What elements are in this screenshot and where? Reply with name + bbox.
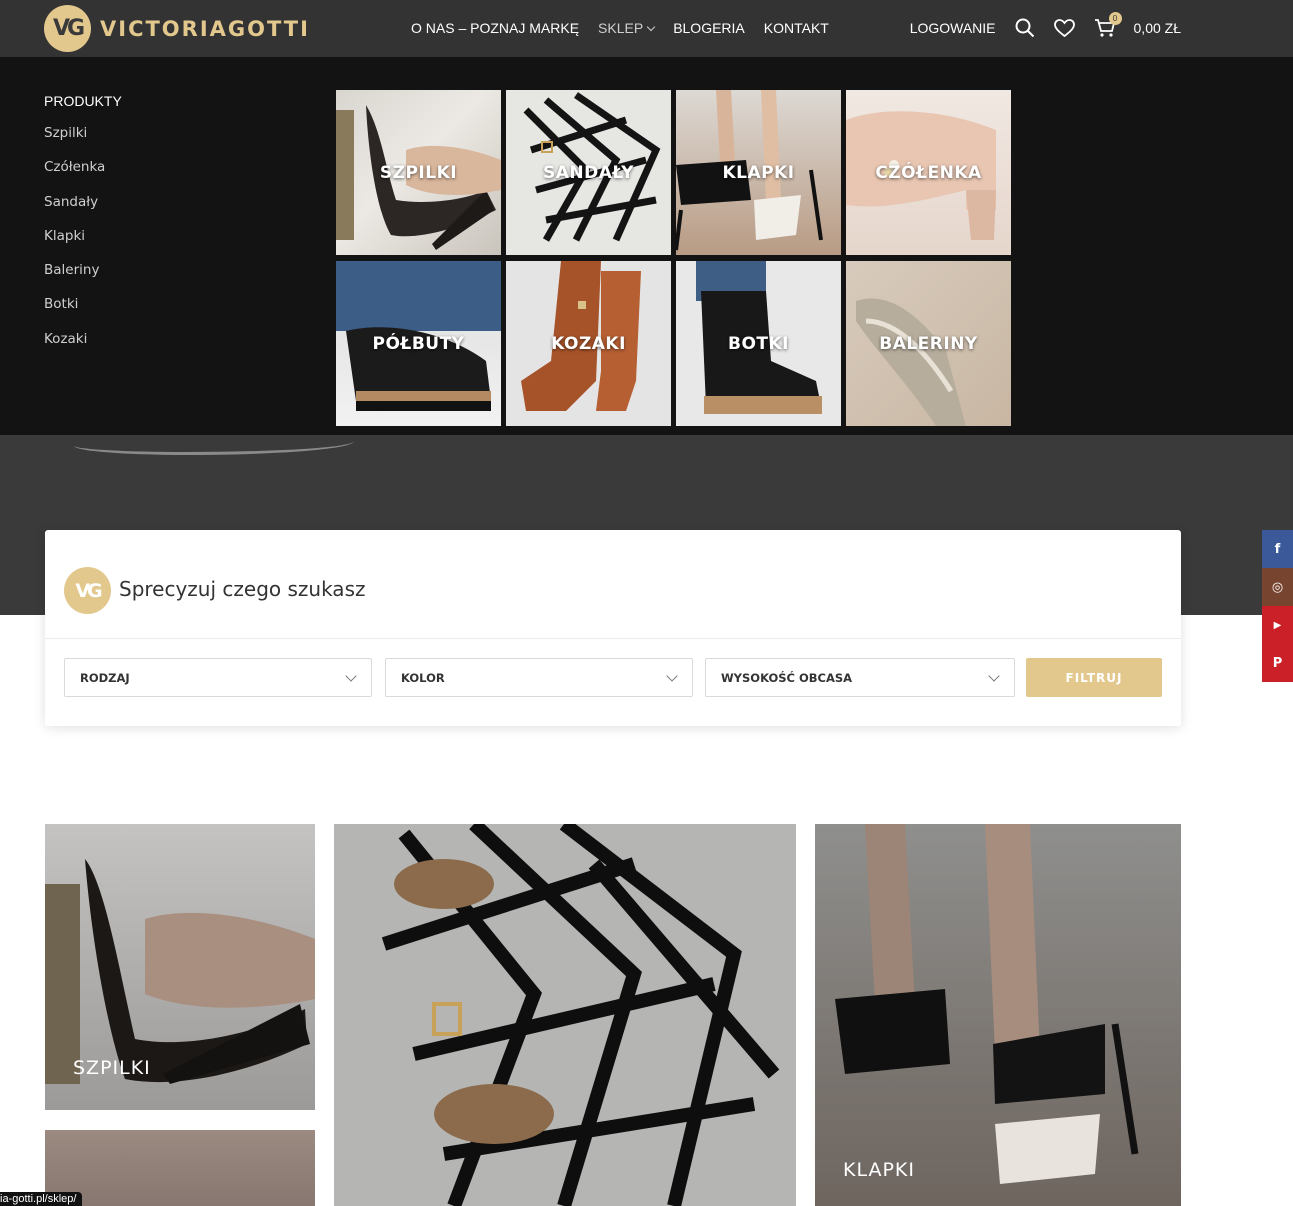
mega-tile-label: CZÓŁENKA bbox=[875, 162, 982, 183]
shoe-image bbox=[381, 824, 780, 1206]
category-label: SZPILKI bbox=[73, 1057, 151, 1079]
main-nav: O NAS – POZNAJ MARKĘ SKLEP BLOGERIA KONT… bbox=[411, 20, 829, 36]
mega-tile-polbuty[interactable]: PÓŁBUTY bbox=[336, 261, 501, 426]
mega-menu: PRODUKTY Szpilki Czółenka Sandały Klapki… bbox=[0, 57, 1293, 435]
nav-item-about[interactable]: O NAS – POZNAJ MARKĘ bbox=[411, 20, 579, 36]
select-type-label: RODZAJ bbox=[80, 670, 130, 685]
nav-item-contact[interactable]: KONTAKT bbox=[764, 20, 829, 36]
chevron-down-icon bbox=[988, 670, 1000, 682]
mega-menu-item-baleriny[interactable]: Baleriny bbox=[44, 261, 105, 295]
mega-tile-label: BOTKI bbox=[727, 333, 789, 354]
search-icon[interactable] bbox=[1014, 17, 1036, 39]
select-type[interactable]: RODZAJ bbox=[64, 658, 372, 697]
mega-menu-item-sandaly[interactable]: Sandały bbox=[44, 193, 105, 227]
mega-tile-label: SZPILKI bbox=[379, 162, 458, 183]
mega-menu-item-klapki[interactable]: Klapki bbox=[44, 227, 105, 261]
site-logo[interactable]: VG VICTORIAGOTTI bbox=[44, 5, 310, 52]
filter-title: Sprecyzuj czego szukasz bbox=[119, 577, 366, 601]
cart-total[interactable]: 0,00 ZŁ bbox=[1134, 20, 1181, 36]
logo-mark: VG bbox=[44, 5, 91, 52]
category-card-klapki[interactable]: KLAPKI bbox=[815, 824, 1181, 1206]
filter-logo-mark: VG bbox=[64, 567, 111, 614]
mega-tile-label: PÓŁBUTY bbox=[372, 333, 465, 354]
login-link[interactable]: LOGOWANIE bbox=[910, 20, 996, 36]
mega-menu-item-botki[interactable]: Botki bbox=[44, 295, 105, 329]
chevron-down-icon bbox=[646, 22, 656, 32]
shoe-image bbox=[835, 824, 1139, 1184]
header-actions: LOGOWANIE 0 0,00 ZŁ bbox=[910, 12, 1181, 39]
mega-tile-baleriny[interactable]: BALERINY bbox=[846, 261, 1011, 426]
mega-tile-czolenka[interactable]: CZÓŁENKA bbox=[846, 90, 1011, 255]
status-bar-url: ia-gotti.pl/sklep/ bbox=[0, 1192, 83, 1206]
mega-menu-item-czolenka[interactable]: Czółenka bbox=[44, 158, 105, 192]
select-color-label: KOLOR bbox=[401, 670, 445, 685]
select-heel-height-label: WYSOKOŚĆ OBCASA bbox=[721, 670, 853, 685]
instagram-icon[interactable]: ◎ bbox=[1262, 568, 1293, 606]
mega-tile-label: BALERINY bbox=[879, 333, 978, 354]
facebook-icon[interactable]: f bbox=[1262, 530, 1293, 568]
category-card-szpilki[interactable]: SZPILKI bbox=[45, 824, 315, 1110]
chevron-down-icon bbox=[666, 670, 678, 682]
cart-count-badge: 0 bbox=[1108, 12, 1122, 25]
mega-tile-sandaly[interactable]: SANDAŁY bbox=[506, 90, 671, 255]
filter-divider bbox=[45, 638, 1181, 639]
mega-menu-item-kozaki[interactable]: Kozaki bbox=[44, 330, 105, 364]
chevron-down-icon bbox=[345, 670, 357, 682]
nav-item-shop[interactable]: SKLEP bbox=[598, 20, 656, 36]
nav-item-shop-label: SKLEP bbox=[598, 20, 644, 36]
filter-card: VG Sprecyzuj czego szukasz RODZAJ KOLOR … bbox=[45, 530, 1181, 726]
mega-tile-botki[interactable]: BOTKI bbox=[676, 261, 841, 426]
mega-tile-label: KLAPKI bbox=[722, 162, 795, 183]
mega-menu-item-szpilki[interactable]: Szpilki bbox=[44, 124, 105, 158]
cart-icon[interactable]: 0 bbox=[1094, 12, 1122, 39]
mega-tile-label: SANDAŁY bbox=[543, 162, 634, 183]
mega-menu-list: Szpilki Czółenka Sandały Klapki Baleriny… bbox=[44, 124, 105, 364]
header-bar: VG VICTORIAGOTTI O NAS – POZNAJ MARKĘ SK… bbox=[0, 0, 1293, 57]
heart-icon[interactable] bbox=[1054, 17, 1076, 39]
mega-tile-szpilki[interactable]: SZPILKI bbox=[336, 90, 501, 255]
select-color[interactable]: KOLOR bbox=[385, 658, 693, 697]
category-card-next[interactable] bbox=[45, 1130, 315, 1206]
mega-tile-klapki[interactable]: KLAPKI bbox=[676, 90, 841, 255]
mega-tile-label: KOZAKI bbox=[551, 333, 626, 354]
category-card-sandaly[interactable] bbox=[334, 824, 796, 1206]
youtube-icon[interactable]: ▶ bbox=[1262, 606, 1293, 644]
filter-button[interactable]: FILTRUJ bbox=[1026, 658, 1162, 697]
logo-text: VICTORIAGOTTI bbox=[100, 16, 310, 41]
select-heel-height[interactable]: WYSOKOŚĆ OBCASA bbox=[705, 658, 1015, 697]
category-label: KLAPKI bbox=[843, 1159, 915, 1181]
mega-tile-kozaki[interactable]: KOZAKI bbox=[506, 261, 671, 426]
pinterest-icon[interactable]: P bbox=[1262, 644, 1293, 682]
mega-menu-title: PRODUKTY bbox=[44, 93, 122, 109]
nav-item-blog[interactable]: BLOGERIA bbox=[673, 20, 745, 36]
